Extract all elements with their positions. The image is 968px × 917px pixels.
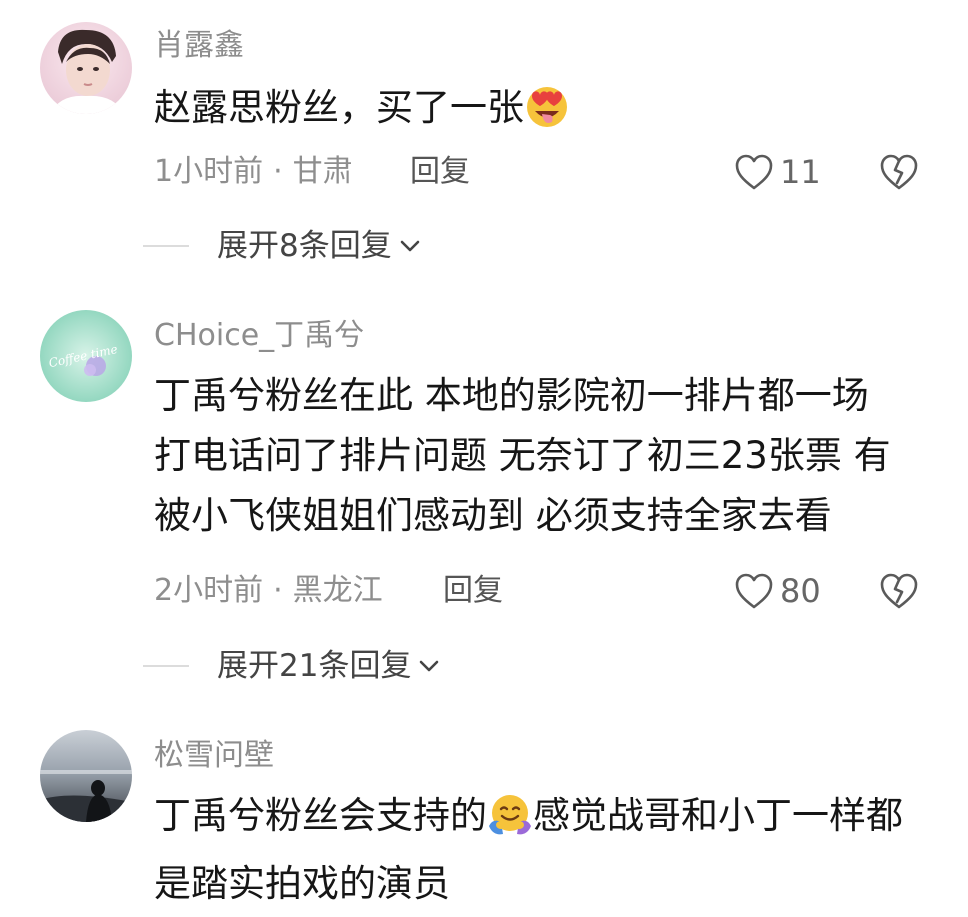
avatar[interactable] bbox=[40, 22, 132, 114]
comment-meta: 2小时前 · 黑龙江 bbox=[154, 573, 383, 609]
username[interactable]: 松雪问壁 bbox=[154, 738, 274, 774]
expand-replies-label: 展开21条回复 bbox=[217, 648, 412, 684]
avatar[interactable] bbox=[40, 730, 132, 822]
like-count: 11 bbox=[780, 153, 821, 191]
timestamp: 1小时前 bbox=[154, 154, 264, 189]
avatar[interactable]: Coffee time bbox=[40, 310, 132, 402]
username[interactable]: CHoice_丁禹兮 bbox=[154, 318, 364, 354]
expand-replies-button[interactable]: 展开8条回复 bbox=[143, 226, 422, 266]
chevron-down-icon bbox=[420, 660, 439, 672]
reply-button[interactable]: 回复 bbox=[410, 154, 470, 190]
comment-text-line: 被小飞侠姐姐们感动到 必须支持全家去看 bbox=[154, 494, 832, 537]
location: 黑龙江 bbox=[292, 573, 383, 608]
comment-text-line: 丁禹兮粉丝在此 本地的影院初一排片都一场 bbox=[154, 374, 869, 417]
divider-line bbox=[143, 245, 189, 247]
separator-dot: · bbox=[273, 573, 283, 608]
heart-outline-icon bbox=[735, 154, 773, 190]
chevron-down-icon bbox=[400, 240, 420, 252]
like-count: 80 bbox=[780, 572, 821, 610]
comment-text: 丁禹兮粉丝在此 本地的影院初一排片都一场 打电话问了排片问题 无奈订了初三23张… bbox=[154, 366, 891, 546]
comment-text: 赵露思粉丝，买了一张 bbox=[154, 78, 570, 146]
expand-replies-label: 展开8条回复 bbox=[217, 228, 392, 264]
like-button[interactable]: 80 bbox=[734, 571, 821, 611]
comment-text-line: 丁禹兮粉丝会支持的 感觉战哥和小丁一样都 bbox=[154, 786, 903, 854]
hugging-face-emoji bbox=[487, 792, 533, 854]
comment-text-line: 打电话问了排片问题 无奈订了初三23张票 有 bbox=[154, 434, 891, 477]
comment-text-line: 赵露思粉丝，买了一张 bbox=[154, 86, 524, 129]
dislike-button[interactable] bbox=[877, 152, 921, 192]
broken-heart-icon bbox=[880, 154, 918, 190]
like-button[interactable]: 11 bbox=[734, 152, 821, 192]
heart-outline-icon bbox=[735, 573, 773, 609]
expand-replies-button[interactable]: 展开21条回复 bbox=[143, 646, 441, 686]
divider-line bbox=[143, 665, 189, 667]
location: 甘肃 bbox=[292, 154, 353, 189]
comment-text-part: 感觉战哥和小丁一样都 bbox=[533, 794, 903, 837]
comment-meta: 1小时前 · 甘肃 bbox=[154, 154, 353, 190]
username[interactable]: 肖露鑫 bbox=[154, 28, 244, 64]
comment-text: 丁禹兮粉丝会支持的 感觉战哥和小丁一样都 是踏实拍戏的演员 bbox=[154, 786, 903, 914]
timestamp: 2小时前 bbox=[154, 573, 264, 608]
dislike-button[interactable] bbox=[877, 571, 921, 611]
comment-text-part: 丁禹兮粉丝会支持的 bbox=[154, 794, 487, 837]
comment-text-line: 是踏实拍戏的演员 bbox=[154, 862, 450, 905]
broken-heart-icon bbox=[880, 573, 918, 609]
heart-eyes-tongue-emoji bbox=[524, 84, 570, 146]
separator-dot: · bbox=[273, 154, 283, 189]
reply-button[interactable]: 回复 bbox=[443, 573, 503, 609]
